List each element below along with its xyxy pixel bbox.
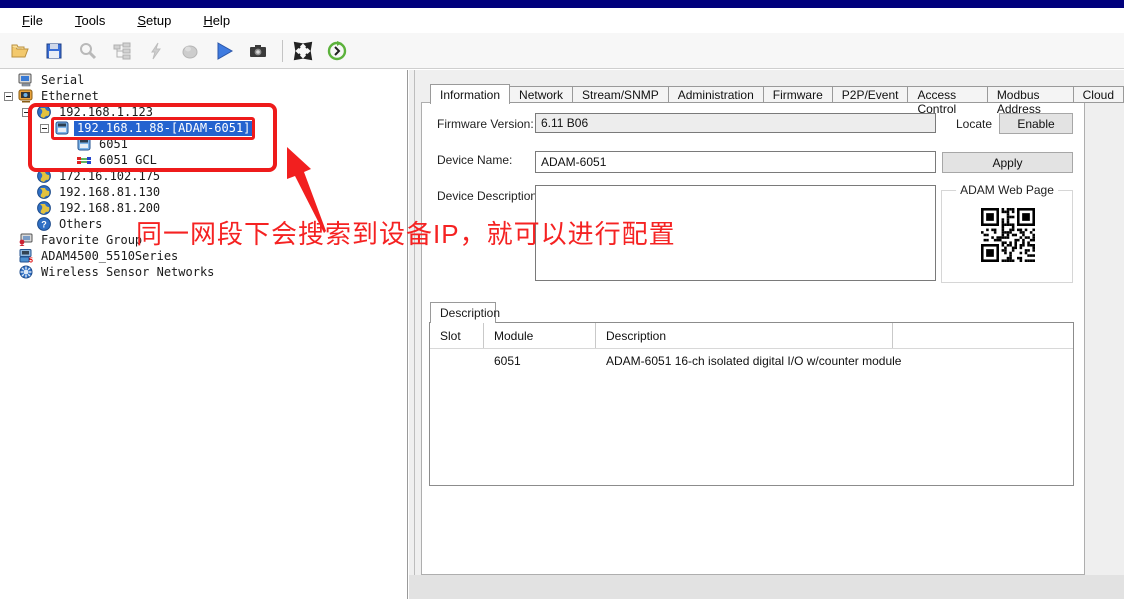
tree-expander-icon[interactable]: [22, 108, 31, 117]
device-description-label: Device Description:: [437, 189, 540, 203]
menu-help[interactable]: Help: [193, 11, 240, 30]
play-icon[interactable]: [212, 39, 236, 63]
device-name-field[interactable]: [535, 151, 936, 173]
tree-item-ethernet[interactable]: Ethernet: [0, 88, 407, 104]
printer-icon: [178, 39, 202, 63]
device-name-label: Device Name:: [437, 153, 512, 167]
tab-firmware[interactable]: Firmware: [764, 86, 833, 103]
others-icon: ?: [36, 217, 52, 231]
device-icon: [76, 137, 92, 151]
tab-network[interactable]: Network: [510, 86, 573, 103]
tree-item-192-168-1-123[interactable]: 192.168.1.123: [0, 104, 407, 120]
tree-item-192-168-1-88-adam-6051-[interactable]: 192.168.1.88-[ADAM-6051]: [0, 120, 407, 136]
tree-item-label: 192.168.1.88-[ADAM-6051]: [74, 121, 253, 136]
open-folder-icon[interactable]: [8, 39, 32, 63]
tree-item-192-168-81-130[interactable]: 192.168.81.130: [0, 184, 407, 200]
tree-item-label: 6051 GCL: [96, 153, 160, 168]
refresh-icon[interactable]: [325, 39, 349, 63]
tree-item-6051[interactable]: 6051: [0, 136, 407, 152]
tree-item-label: 192.168.81.130: [56, 185, 163, 200]
menu-tools[interactable]: Tools: [65, 11, 115, 30]
qr-code: [981, 208, 1035, 262]
module-table-header: SlotModuleDescription: [430, 323, 1073, 349]
globe-icon: [36, 185, 52, 199]
lightning-icon: [144, 39, 168, 63]
tree-item-label: Ethernet: [38, 89, 102, 104]
title-bar: [0, 0, 1124, 8]
tab-cloud[interactable]: Cloud: [1074, 86, 1124, 103]
tab-stream-snmp[interactable]: Stream/SNMP: [573, 86, 669, 103]
module-table-body: 6051ADAM-6051 16-ch isolated digital I/O…: [430, 349, 1073, 373]
table-cell: ADAM-6051 16-ch isolated digital I/O w/c…: [596, 354, 893, 368]
globe-icon: [36, 201, 52, 215]
tab-access-control[interactable]: Access Control: [908, 86, 987, 103]
globe-icon: [36, 105, 52, 119]
column-header-description[interactable]: Description: [596, 323, 893, 348]
tree-item-label: Serial: [38, 73, 87, 88]
svg-text:5: 5: [29, 258, 33, 264]
adam-web-page-label: ADAM Web Page: [956, 183, 1058, 197]
adam-utility-window: { "menu": { "items": [ { "label": "File"…: [0, 0, 1124, 599]
globe-icon: [36, 169, 52, 183]
tree-item-label: 192.168.81.200: [56, 201, 163, 216]
column-header-module[interactable]: Module: [484, 323, 596, 348]
tree-expander-icon[interactable]: [40, 124, 49, 133]
tab-p2p-event[interactable]: P2P/Event: [833, 86, 909, 103]
tree-item-label: 6051: [96, 137, 131, 152]
tree-item-label: Others: [56, 217, 105, 232]
firmware-version-label: Firmware Version:: [437, 117, 534, 131]
tree-item-wireless-sensor-networks[interactable]: Wireless Sensor Networks: [0, 264, 407, 280]
tree-item-label: 192.168.1.123: [56, 105, 156, 120]
tab-information[interactable]: Information: [430, 84, 510, 104]
tab-administration[interactable]: Administration: [669, 86, 764, 103]
tree-item-others[interactable]: ? Others: [0, 216, 407, 232]
toolbar: [0, 33, 1124, 69]
save-icon[interactable]: [42, 39, 66, 63]
hierarchy-icon: [110, 39, 134, 63]
tree-item-label: Wireless Sensor Networks: [38, 265, 217, 280]
device-description-field[interactable]: [535, 185, 936, 281]
menu-setup[interactable]: Setup: [127, 11, 181, 30]
tab-modbus-address[interactable]: Modbus Address: [988, 86, 1074, 103]
ethernet-icon: [18, 89, 34, 103]
device-tree: SerialEthernet192.168.1.123192.168.1.88-…: [0, 72, 407, 280]
adam-web-page-groupbox: ADAM Web Page: [941, 190, 1073, 283]
menu-bar: File Tools Setup Help: [0, 8, 1124, 33]
apply-button[interactable]: Apply: [942, 152, 1073, 173]
toolbar-separator: [282, 40, 283, 62]
tree-expander-icon[interactable]: [4, 92, 13, 101]
table-row[interactable]: 6051ADAM-6051 16-ch isolated digital I/O…: [430, 349, 1073, 373]
serial-icon: [18, 73, 34, 87]
device-tree-panel: SerialEthernet192.168.1.123192.168.1.88-…: [0, 70, 408, 599]
tree-item-favorite-group[interactable]: Favorite Group: [0, 232, 407, 248]
camera-icon[interactable]: [246, 39, 270, 63]
detail-panel-footer: [409, 575, 1124, 599]
tree-item-label: Favorite Group: [38, 233, 145, 248]
tree-item-172-16-102-175[interactable]: 172.16.102.175: [0, 168, 407, 184]
tree-item-serial[interactable]: Serial: [0, 72, 407, 88]
tree-item-6051-gcl[interactable]: 6051 GCL: [0, 152, 407, 168]
svg-text:?: ?: [41, 220, 47, 230]
firmware-version-field[interactable]: [535, 113, 936, 133]
tree-item-adam4500-5510series[interactable]: 5 ADAM4500_5510Series: [0, 248, 407, 264]
gcl-icon: [76, 153, 92, 167]
panel-splitter[interactable]: [414, 70, 415, 599]
device-icon: [54, 121, 70, 135]
adam4500-icon: 5: [18, 249, 34, 263]
detail-tabstrip: InformationNetworkStream/SNMPAdministrat…: [430, 84, 1124, 103]
expand-icon[interactable]: [291, 39, 315, 63]
module-table: SlotModuleDescription 6051ADAM-6051 16-c…: [429, 322, 1074, 486]
description-tab[interactable]: Description: [430, 302, 496, 323]
tree-item-192-168-81-200[interactable]: 192.168.81.200: [0, 200, 407, 216]
column-header-slot[interactable]: Slot: [430, 323, 484, 348]
table-cell: 6051: [484, 354, 596, 368]
tree-item-label: 172.16.102.175: [56, 169, 163, 184]
wireless-icon: [18, 265, 34, 279]
locate-enable-button[interactable]: Enable: [999, 113, 1073, 134]
menu-file[interactable]: File: [12, 11, 53, 30]
tree-item-label: ADAM4500_5510Series: [38, 249, 181, 264]
favorite-icon: [18, 233, 34, 247]
search-icon: [76, 39, 100, 63]
locate-label: Locate: [956, 117, 992, 131]
